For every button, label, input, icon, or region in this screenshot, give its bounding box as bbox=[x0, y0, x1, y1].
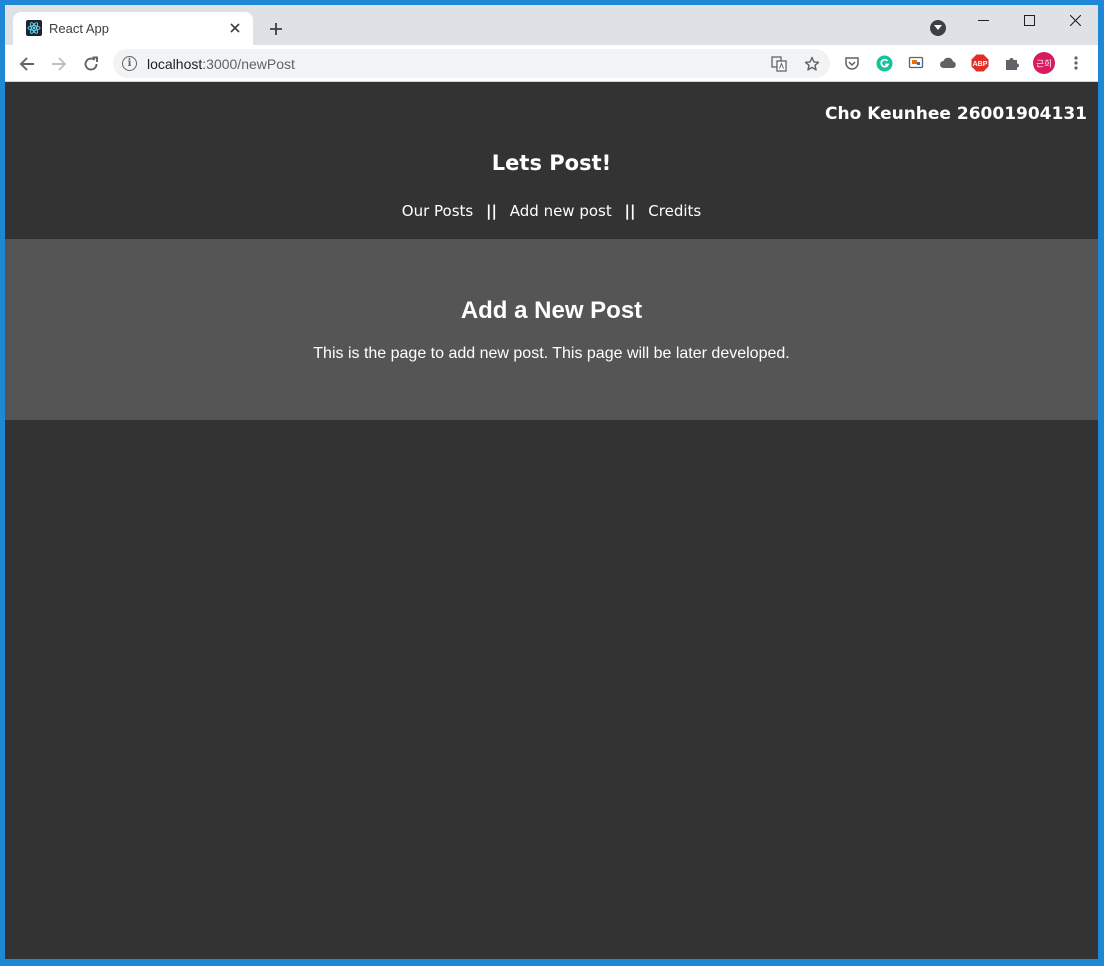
adblock-plus-icon[interactable]: ABP bbox=[970, 53, 990, 73]
maximize-icon[interactable] bbox=[1006, 5, 1052, 35]
close-window-icon[interactable] bbox=[1052, 5, 1098, 35]
site-header: Cho Keunhee 26001904131 Lets Post! Our P… bbox=[5, 82, 1098, 239]
browser-toolbar: i localhost:3000/newPost ABP 근희 bbox=[5, 45, 1098, 82]
profile-avatar[interactable]: 근희 bbox=[1032, 51, 1056, 75]
reload-icon[interactable] bbox=[77, 50, 105, 78]
adblock-label: ABP bbox=[973, 61, 988, 68]
react-favicon-icon bbox=[26, 20, 42, 36]
pocket-icon[interactable] bbox=[842, 53, 862, 73]
main-nav: Our Posts || Add new post || Credits bbox=[5, 202, 1098, 220]
url-text: localhost:3000/newPost bbox=[147, 56, 295, 72]
page-description: This is the page to add new post. This p… bbox=[313, 345, 790, 362]
cloud-icon[interactable] bbox=[938, 53, 958, 73]
page-viewport: Cho Keunhee 26001904131 Lets Post! Our P… bbox=[5, 82, 1098, 959]
forward-icon[interactable] bbox=[45, 50, 73, 78]
cast-icon[interactable] bbox=[906, 53, 926, 73]
grammarly-icon[interactable] bbox=[874, 53, 894, 73]
new-tab-icon[interactable] bbox=[264, 17, 288, 41]
tab-close-icon[interactable] bbox=[225, 18, 245, 38]
puzzle-extensions-icon[interactable] bbox=[1002, 53, 1022, 73]
tab-strip: React App bbox=[5, 5, 1098, 45]
nav-separator: || bbox=[486, 202, 497, 220]
nav-link-our-posts[interactable]: Our Posts bbox=[402, 202, 473, 220]
site-info-icon[interactable]: i bbox=[122, 56, 137, 71]
menu-kebab-icon[interactable] bbox=[1066, 53, 1086, 73]
url-host: localhost bbox=[147, 56, 203, 72]
back-icon[interactable] bbox=[13, 50, 41, 78]
browser-tab[interactable]: React App bbox=[13, 12, 253, 45]
new-post-section: Add a New Post This is the page to add n… bbox=[5, 239, 1098, 420]
tab-title: React App bbox=[49, 21, 109, 36]
nav-link-credits[interactable]: Credits bbox=[648, 202, 701, 220]
page-heading: Add a New Post bbox=[460, 297, 643, 324]
minimize-icon[interactable] bbox=[960, 5, 1006, 35]
bookmark-star-icon[interactable] bbox=[802, 54, 822, 74]
profile-label: 근희 bbox=[1036, 59, 1052, 70]
translate-icon[interactable] bbox=[769, 54, 789, 74]
nav-link-add-new-post[interactable]: Add new post bbox=[510, 202, 612, 220]
browser-window: React App i localhost:3000/newPost ABP 근… bbox=[5, 5, 1098, 959]
nav-separator: || bbox=[624, 202, 636, 220]
author-info: Cho Keunhee 26001904131 bbox=[825, 104, 1087, 124]
site-title: Lets Post! bbox=[491, 151, 612, 175]
url-path: :3000/newPost bbox=[202, 56, 295, 72]
address-bar[interactable]: i localhost:3000/newPost bbox=[113, 49, 830, 78]
tab-search-icon[interactable] bbox=[930, 20, 946, 36]
